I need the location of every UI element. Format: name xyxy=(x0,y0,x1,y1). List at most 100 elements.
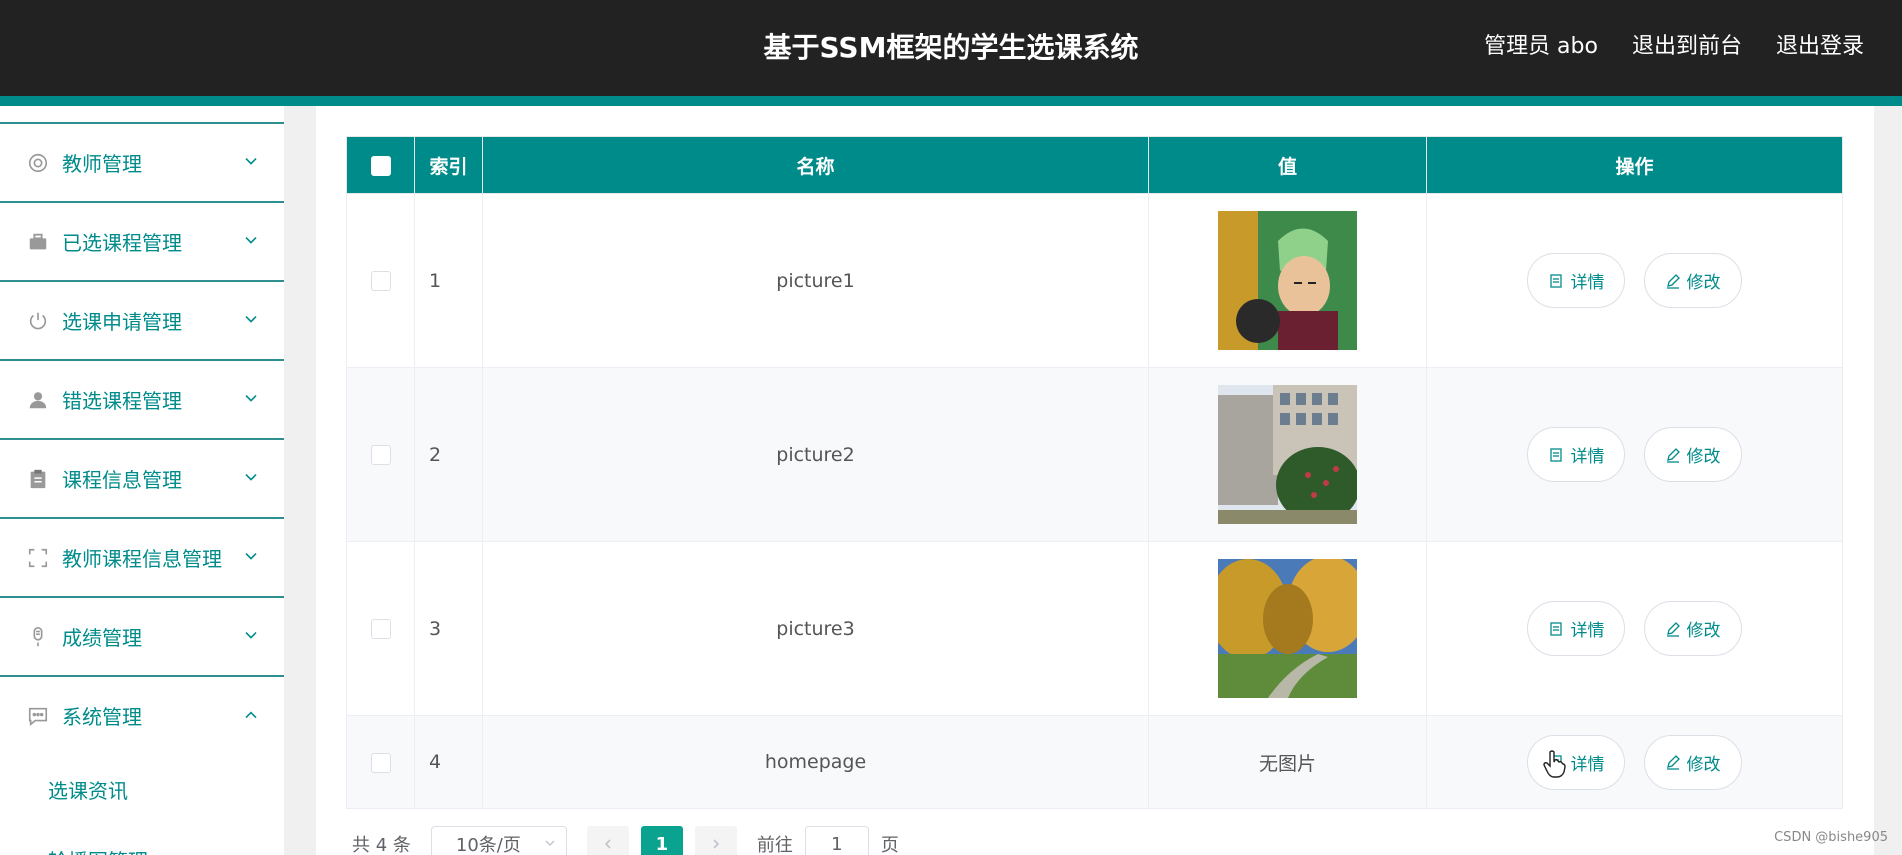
goto-page-input[interactable]: 1 xyxy=(804,826,869,855)
row-actions: 详情 修改 xyxy=(1426,541,1843,716)
detail-button[interactable]: 详情 xyxy=(1527,601,1626,656)
row-actions: 详情 修改 xyxy=(1426,367,1843,542)
detail-button-label: 详情 xyxy=(1570,273,1605,293)
user-icon xyxy=(26,388,50,412)
edit-button[interactable]: 修改 xyxy=(1643,601,1742,656)
edit-button[interactable]: 修改 xyxy=(1643,427,1742,482)
pencil-icon xyxy=(1666,755,1680,770)
sidebar-item-course-info[interactable]: 课程信息管理 xyxy=(0,438,284,517)
edit-button-label: 修改 xyxy=(1686,621,1721,641)
sidebar-item-teacher-management[interactable]: 教师管理 xyxy=(0,122,284,201)
row-value-cell xyxy=(1148,367,1427,542)
page-size-select[interactable]: 10条/页 xyxy=(430,826,567,855)
edit-button[interactable]: 修改 xyxy=(1643,734,1742,790)
table-row: 4 homepage 无图片 详情 修改 xyxy=(346,715,1843,809)
sidebar-item-wrong-courses[interactable]: 错选课程管理 xyxy=(0,359,284,438)
edit-button-label: 修改 xyxy=(1686,447,1721,467)
chevron-up-icon xyxy=(245,710,257,718)
row-select-cell xyxy=(346,193,415,368)
briefcase-icon xyxy=(26,230,50,254)
chevron-down-icon xyxy=(245,157,257,165)
power-icon xyxy=(26,309,50,333)
row-index: 3 xyxy=(414,541,483,716)
sidebar-item-label: 教师课程信息管理 xyxy=(62,547,222,571)
sidebar-item-course-applications[interactable]: 选课申请管理 xyxy=(0,280,284,359)
row-index: 2 xyxy=(414,367,483,542)
document-icon xyxy=(1550,273,1563,288)
row-checkbox[interactable] xyxy=(370,752,391,773)
pencil-icon xyxy=(1666,621,1680,637)
page-size-value: 10条/页 xyxy=(455,835,521,855)
row-value-cell xyxy=(1148,193,1427,368)
admin-user-label: 管理员 abo xyxy=(1484,34,1598,59)
row-select-cell xyxy=(346,715,415,809)
clipboard-icon xyxy=(26,467,50,491)
row-checkbox[interactable] xyxy=(370,271,391,291)
detail-button[interactable]: 详情 xyxy=(1527,253,1626,308)
sidebar-item-selected-courses[interactable]: 已选课程管理 xyxy=(0,201,284,280)
pencil-icon xyxy=(1666,447,1680,463)
page-number-active[interactable]: 1 xyxy=(640,826,683,855)
row-name: picture1 xyxy=(482,193,1149,368)
prev-page-button[interactable] xyxy=(586,826,629,855)
chevron-down-icon xyxy=(245,473,257,481)
row-checkbox[interactable] xyxy=(370,619,391,639)
chevron-down-icon xyxy=(245,315,257,323)
exit-to-frontend-link[interactable]: 退出到前台 xyxy=(1632,28,1742,60)
pagination: 共 4 条 10条/页 1 前往 1 页 xyxy=(352,826,899,855)
sidebar-subitem-course-news[interactable]: 选课资讯 xyxy=(0,754,284,824)
header-accent-strip xyxy=(0,96,1902,106)
main-content: 索引 名称 值 操作 1 picture1 详情 修改 2 picture2 详… xyxy=(316,106,1874,855)
microphone-icon xyxy=(26,625,50,649)
detail-button[interactable]: 详情 xyxy=(1527,427,1626,482)
sidebar-item-label: 错选课程管理 xyxy=(62,389,182,413)
document-icon xyxy=(1550,447,1563,462)
config-table: 索引 名称 值 操作 1 picture1 详情 修改 2 picture2 详… xyxy=(346,136,1843,809)
table-row: 1 picture1 详情 修改 xyxy=(346,193,1843,368)
sidebar-item-label: 课程信息管理 xyxy=(62,468,182,492)
edit-button-label: 修改 xyxy=(1686,754,1721,775)
goto-suffix: 页 xyxy=(880,835,899,855)
row-select-cell xyxy=(346,367,415,542)
table-row: 3 picture3 详情 修改 xyxy=(346,541,1843,716)
chevron-down-icon xyxy=(245,552,257,560)
column-header-index: 索引 xyxy=(414,136,483,194)
watermark: CSDN @bishe905 xyxy=(1774,830,1888,845)
page-buttons: 1 xyxy=(586,826,737,855)
sidebar: 教师管理 已选课程管理 选课申请管理 错选课程管理 课程信息管理 教师课程信息管 xyxy=(0,106,284,855)
row-name: picture2 xyxy=(482,367,1149,542)
chevron-down-icon xyxy=(545,840,555,846)
sidebar-subitem-carousel[interactable]: 轮播图管理 xyxy=(0,824,284,855)
row-checkbox[interactable] xyxy=(370,445,391,465)
building-photo-image[interactable] xyxy=(1218,385,1357,524)
lifebuoy-icon xyxy=(26,151,50,175)
row-value-cell xyxy=(1148,541,1427,716)
row-select-cell xyxy=(346,541,415,716)
edit-button[interactable]: 修改 xyxy=(1643,253,1742,308)
sidebar-item-grades[interactable]: 成绩管理 xyxy=(0,596,284,675)
row-name: homepage xyxy=(482,715,1149,809)
next-page-button[interactable] xyxy=(694,826,737,855)
sidebar-item-teacher-course-info[interactable]: 教师课程信息管理 xyxy=(0,517,284,596)
hand-cursor-icon xyxy=(1543,750,1566,778)
sidebar-item-system-management[interactable]: 系统管理 xyxy=(0,675,284,754)
row-name: picture3 xyxy=(482,541,1149,716)
pencil-icon xyxy=(1666,273,1680,289)
column-header-actions: 操作 xyxy=(1426,136,1843,194)
detail-button-label: 详情 xyxy=(1570,621,1605,641)
sidebar-item-label: 教师管理 xyxy=(62,152,142,176)
sidebar-item-label: 已选课程管理 xyxy=(62,231,182,255)
row-index: 1 xyxy=(414,193,483,368)
top-header: 基于SSM框架的学生选课系统 管理员 abo 退出到前台 退出登录 xyxy=(0,0,1902,96)
anime-character-image[interactable] xyxy=(1218,211,1357,350)
total-count: 共 4 条 xyxy=(352,835,411,855)
header-actions: 管理员 abo 退出到前台 退出登录 xyxy=(1484,28,1864,60)
table-row: 2 picture2 详情 修改 xyxy=(346,367,1843,542)
select-all-checkbox[interactable] xyxy=(370,155,391,176)
logout-link[interactable]: 退出登录 xyxy=(1776,28,1864,60)
column-header-value: 值 xyxy=(1148,136,1427,194)
chevron-down-icon xyxy=(245,631,257,639)
autumn-campus-image[interactable] xyxy=(1218,559,1357,698)
sidebar-item-label: 选课申请管理 xyxy=(62,310,182,334)
document-icon xyxy=(1550,621,1563,636)
